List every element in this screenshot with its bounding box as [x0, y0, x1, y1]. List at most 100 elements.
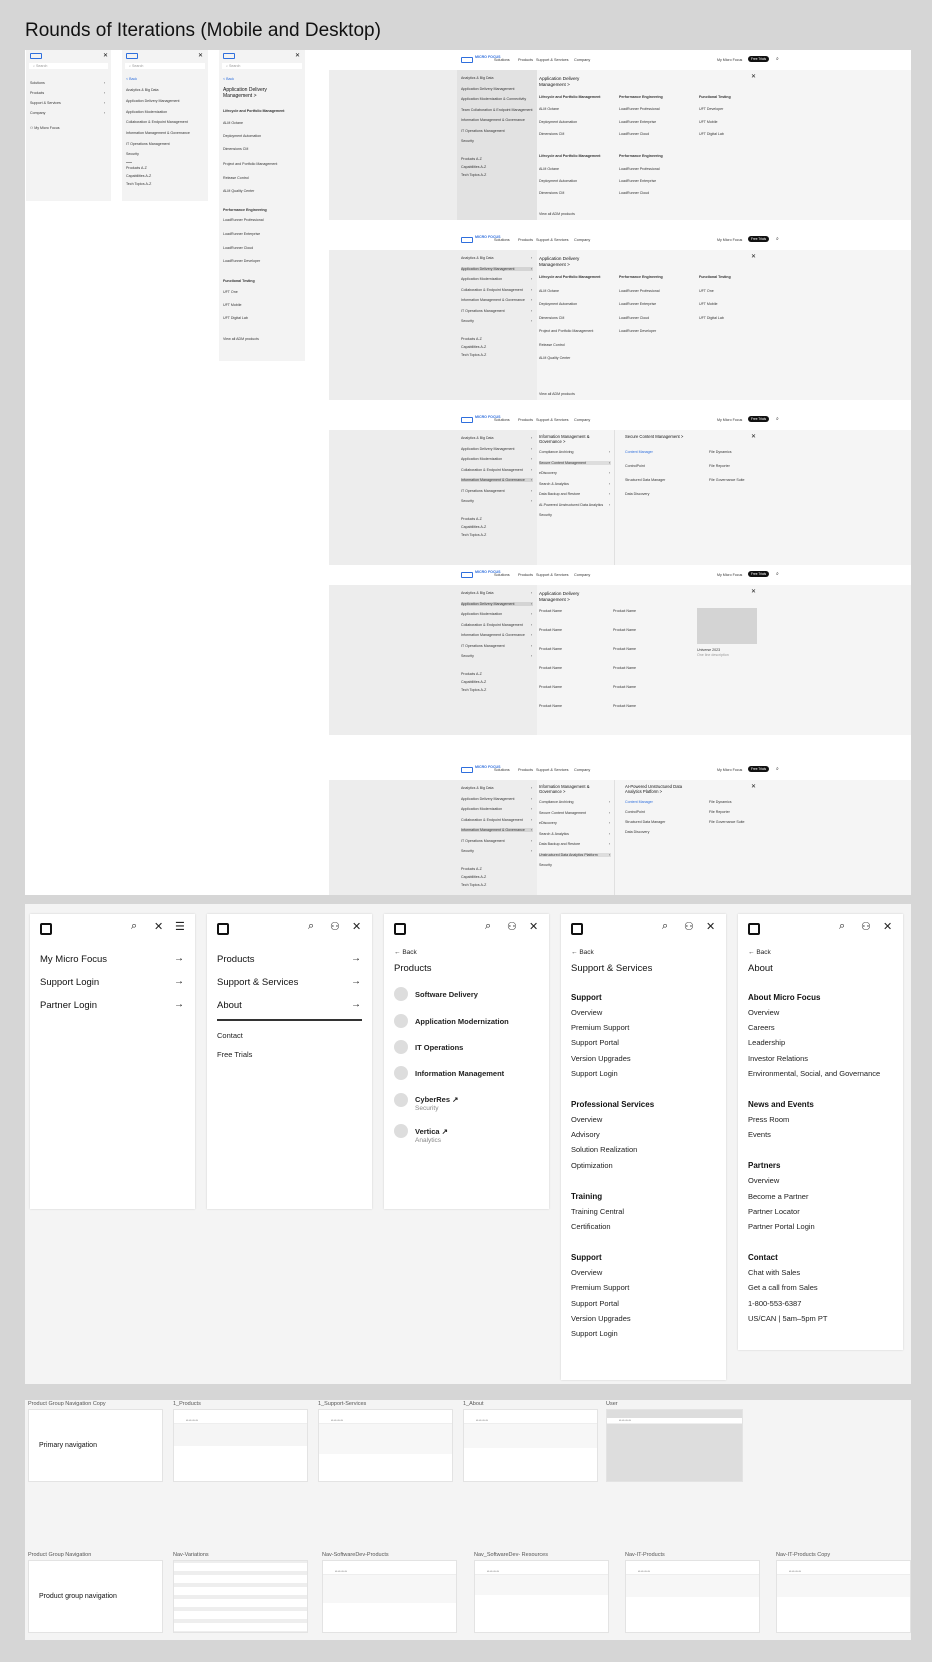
- category-item[interactable]: Application Modernization: [126, 110, 167, 114]
- menu-link[interactable]: LoadRunner Enterprise: [619, 302, 656, 306]
- view-all-link[interactable]: View all ADM products: [223, 337, 259, 341]
- menu-title[interactable]: Application Delivery Management >: [539, 591, 599, 602]
- category-item[interactable]: IT Operations Management: [461, 489, 533, 493]
- group-link[interactable]: Advisory: [571, 1130, 600, 1139]
- search-icon[interactable]: ⌕: [308, 920, 314, 933]
- product-name[interactable]: Product Name: [613, 628, 636, 632]
- back-link[interactable]: < Back: [126, 77, 137, 81]
- product-link[interactable]: UFT One: [223, 290, 238, 294]
- subcategory-item[interactable]: Data Backup and Restore: [539, 492, 611, 496]
- menu-link[interactable]: LoadRunner Cloud: [619, 316, 649, 320]
- category-item[interactable]: Application Delivery Management: [461, 87, 533, 91]
- category-item[interactable]: Application Delivery Management: [126, 99, 180, 103]
- subcategory-item[interactable]: Unstructured Data Analytics Platform: [539, 852, 611, 857]
- search-input[interactable]: ⌕ Search: [29, 63, 108, 69]
- menu-link[interactable]: LoadRunner Developer: [619, 329, 656, 333]
- menu-link[interactable]: ALM Octane: [539, 167, 559, 171]
- search-icon[interactable]: ⌕: [776, 56, 779, 62]
- product-link[interactable]: Dimensions CM: [223, 147, 248, 151]
- product-name[interactable]: Product Name: [539, 628, 562, 632]
- category-item[interactable]: Information Management & Governance: [126, 131, 190, 135]
- close-icon[interactable]: ✕: [883, 920, 892, 933]
- category-item[interactable]: Collaboration & Endpoint Management: [461, 468, 533, 472]
- product-link[interactable]: File Reporter: [709, 464, 730, 468]
- category-item[interactable]: Analytics & Big Data: [126, 88, 159, 92]
- account-link[interactable]: My Micro Focus: [717, 573, 742, 577]
- product-link[interactable]: LoadRunner Cloud: [223, 246, 253, 250]
- menu-link[interactable]: Functional Testing: [699, 95, 731, 99]
- frame-thumbnail[interactable]: ▭ ▭ ▭ ▭: [322, 1560, 457, 1633]
- close-icon[interactable]: ✕: [154, 920, 163, 933]
- subcategory-item[interactable]: Secure Content Management: [539, 811, 611, 815]
- account-link[interactable]: ⚇ My Micro Focus: [30, 126, 60, 130]
- category-item[interactable]: Application Modernization: [461, 807, 533, 811]
- nav-solutions[interactable]: Solutions: [494, 573, 510, 577]
- product-name[interactable]: Product Name: [539, 666, 562, 670]
- menu-title[interactable]: Application Delivery Management >: [539, 256, 599, 267]
- nav-support[interactable]: Support & Services: [536, 238, 569, 242]
- product-name[interactable]: Product Name: [613, 704, 636, 708]
- close-icon[interactable]: ✕: [751, 783, 756, 790]
- account-link[interactable]: My Micro Focus: [717, 58, 742, 62]
- row-support-services[interactable]: Support & Services: [217, 977, 298, 988]
- row-about[interactable]: About: [217, 1000, 242, 1011]
- nav-company[interactable]: Company: [574, 768, 590, 772]
- back-link[interactable]: < Back: [223, 77, 234, 81]
- group-link[interactable]: Chat with Sales: [748, 1268, 800, 1277]
- close-icon[interactable]: ✕: [352, 920, 361, 933]
- az-link[interactable]: Products A-Z: [461, 517, 482, 521]
- category-item[interactable]: IT Operations Management: [461, 309, 533, 313]
- product-link[interactable]: File Dynamics: [709, 800, 732, 804]
- menu-link[interactable]: UFT Mobile: [699, 302, 718, 306]
- search-icon[interactable]: ⌕: [839, 920, 845, 933]
- nav-products[interactable]: Products: [518, 418, 533, 422]
- frame-thumbnail[interactable]: ▭ ▭ ▭ ▭: [173, 1409, 308, 1482]
- product-name[interactable]: Product Name: [613, 666, 636, 670]
- free-trials-button[interactable]: Free Trials: [748, 766, 770, 772]
- product-link[interactable]: Release Control: [223, 176, 249, 180]
- az-link[interactable]: Products A-Z: [461, 867, 482, 871]
- group-link[interactable]: Overview: [748, 1008, 779, 1017]
- category-item[interactable]: Team Collaboration & Endpoint Management: [461, 108, 533, 112]
- free-trials-button[interactable]: Free Trials: [748, 236, 770, 242]
- product-link[interactable]: Structured Data Manager: [625, 478, 665, 482]
- view-all-link[interactable]: View all ADM products: [539, 212, 575, 216]
- group-link[interactable]: Certification: [571, 1222, 611, 1231]
- back-link[interactable]: ← Back: [748, 949, 771, 956]
- product-link[interactable]: LoadRunner Enterprise: [223, 232, 260, 236]
- user-icon[interactable]: ⚇: [330, 920, 340, 933]
- menu-link[interactable]: Dimensions CM: [539, 316, 564, 320]
- category-item[interactable]: Collaboration & Endpoint Management: [461, 623, 533, 627]
- category-item[interactable]: Information Management & Governance: [461, 298, 533, 302]
- menu-link[interactable]: LoadRunner Enterprise: [619, 179, 656, 183]
- product-link[interactable]: LoadRunner Developer: [223, 259, 260, 263]
- az-link[interactable]: Capabilities A-Z: [461, 680, 486, 684]
- menu-title[interactable]: AI-Powered Unstructured Data Analytics P…: [625, 784, 685, 794]
- az-link[interactable]: Tech Topics A-Z: [461, 883, 486, 887]
- az-link[interactable]: Tech Topics A-Z: [461, 533, 486, 537]
- nav-company[interactable]: Company: [574, 58, 590, 62]
- product-link[interactable]: ALM Octane: [223, 121, 243, 125]
- category-item[interactable]: Security: [461, 654, 533, 658]
- section-title[interactable]: Application Delivery Management >: [223, 87, 283, 99]
- category-item[interactable]: Analytics & Big Data: [461, 591, 533, 595]
- group-link[interactable]: Premium Support: [571, 1283, 629, 1292]
- search-icon[interactable]: ⌕: [131, 920, 137, 933]
- group-link[interactable]: Support Login: [571, 1069, 618, 1078]
- category-item[interactable]: Analytics & Big Data: [461, 256, 533, 260]
- product-link[interactable]: File Reporter: [709, 810, 730, 814]
- menu-item-solutions[interactable]: Solutions: [30, 81, 45, 85]
- contact-link[interactable]: Contact: [217, 1031, 243, 1040]
- menu-link[interactable]: LoadRunner Cloud: [619, 191, 649, 195]
- menu-link[interactable]: Project and Portfolio Management: [539, 329, 593, 333]
- account-link[interactable]: My Micro Focus: [717, 238, 742, 242]
- product-link[interactable]: ControlPoint: [625, 464, 645, 468]
- nav-solutions[interactable]: Solutions: [494, 58, 510, 62]
- category-item[interactable]: Application Modernization: [461, 457, 533, 461]
- category-item[interactable]: Security: [461, 139, 533, 143]
- promo-title[interactable]: Universe 2023: [697, 648, 720, 652]
- az-link[interactable]: Capabilities A-Z: [461, 875, 486, 879]
- group-link[interactable]: Version Upgrades: [571, 1054, 631, 1063]
- subcategory-item[interactable]: eDiscovery: [539, 471, 611, 475]
- category-item[interactable]: Application Delivery Management: [461, 447, 533, 451]
